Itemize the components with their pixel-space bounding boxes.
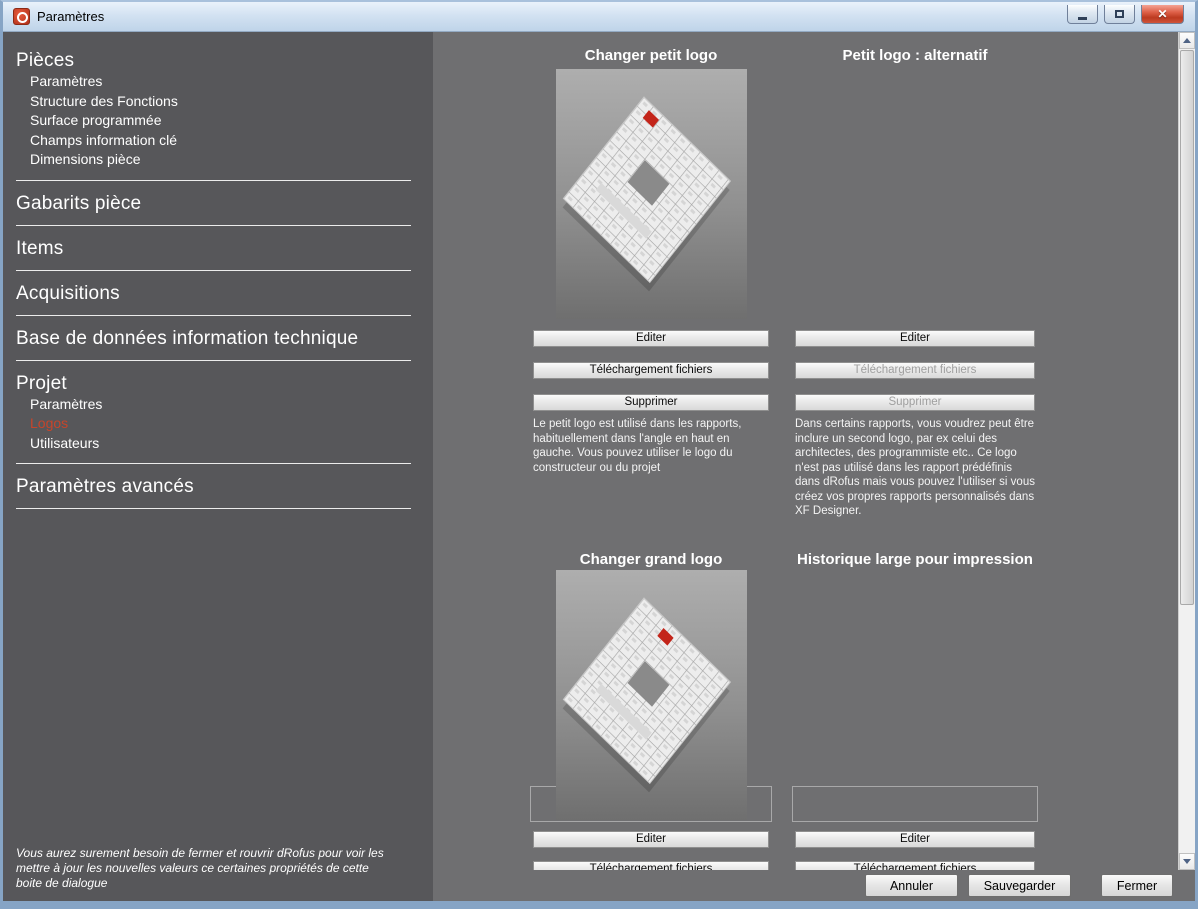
panel-petit-logo-alternatif-title: Petit logo : alternatif — [795, 46, 1035, 66]
alt-logo-edit-button[interactable]: Editer — [795, 330, 1035, 347]
building-3d-render-large-logo — [556, 570, 747, 820]
parametres-dialog: Paramètres ✕ Pièces Paramètres Structure… — [0, 0, 1198, 909]
panel-historique-large-title: Historique large pour impression — [795, 550, 1035, 570]
window-title: Paramètres — [37, 9, 104, 24]
sidebar-section-pieces: Pièces Paramètres Structure des Fonction… — [16, 46, 411, 181]
sidebar-section-items: Items — [16, 226, 411, 271]
historique-edit-button[interactable]: Editer — [795, 831, 1035, 848]
panel-petit-logo-alternatif: Petit logo : alternatif Editer Télécharg… — [795, 46, 1035, 519]
window-controls: ✕ — [1067, 5, 1189, 24]
sidebar-item-surface-programmee[interactable]: Surface programmée — [16, 111, 411, 131]
scrollbar-thumb[interactable] — [1180, 50, 1194, 605]
restart-hint-note: Vous aurez surement besoin de fermer et … — [16, 846, 398, 891]
scrollable-content: Changer petit logo — [433, 32, 1178, 870]
sidebar-header-base-donnees[interactable]: Base de données information technique — [16, 328, 411, 350]
sidebar-section-base-donnees: Base de données information technique — [16, 316, 411, 361]
maximize-button[interactable] — [1104, 5, 1135, 24]
minimize-button[interactable] — [1067, 5, 1098, 24]
sidebar-item-dimensions-piece[interactable]: Dimensions pièce — [16, 150, 411, 170]
building-3d-render-small-logo — [556, 69, 747, 319]
sidebar-header-parametres-avances[interactable]: Paramètres avancés — [16, 476, 411, 498]
sidebar-item-structure-des-fonctions[interactable]: Structure des Fonctions — [16, 92, 411, 112]
sidebar-item-champs-information-cle[interactable]: Champs information clé — [16, 131, 411, 151]
panel-historique-large: Historique large pour impression Editer … — [795, 550, 1035, 870]
sidebar-section-gabarits-piece: Gabarits pièce — [16, 181, 411, 226]
alt-logo-description: Dans certains rapports, vous voudrez peu… — [795, 417, 1035, 519]
sidebar-header-pieces[interactable]: Pièces — [16, 50, 411, 72]
petit-logo-description: Le petit logo est utilisé dans les rappo… — [533, 417, 769, 475]
logos-settings-page: Changer petit logo — [433, 32, 1195, 901]
grand-logo-upload-button[interactable]: Téléchargement fichiers — [533, 861, 769, 870]
historique-large-preview-empty — [795, 570, 1035, 820]
titlebar[interactable]: Paramètres ✕ — [3, 2, 1195, 32]
petit-logo-edit-button[interactable]: Editer — [533, 330, 769, 347]
alt-logo-upload-button: Téléchargement fichiers — [795, 362, 1035, 379]
sidebar-item-pieces-parametres[interactable]: Paramètres — [16, 72, 411, 92]
close-dialog-button[interactable]: Fermer — [1101, 874, 1173, 897]
sidebar-section-acquisitions: Acquisitions — [16, 271, 411, 316]
settings-nav-sidebar: Pièces Paramètres Structure des Fonction… — [3, 32, 433, 901]
drofus-app-icon — [13, 8, 30, 25]
sidebar-sections: Pièces Paramètres Structure des Fonction… — [3, 32, 433, 509]
close-button[interactable]: ✕ — [1141, 5, 1184, 24]
vertical-scrollbar[interactable] — [1178, 32, 1195, 870]
alt-logo-delete-button: Supprimer — [795, 394, 1035, 411]
historique-upload-button[interactable]: Téléchargement fichiers — [795, 861, 1035, 870]
sidebar-header-projet[interactable]: Projet — [16, 373, 411, 395]
panel-grand-logo: Changer grand logo — [533, 550, 769, 870]
cancel-button[interactable]: Annuler — [865, 874, 958, 897]
sidebar-item-logos[interactable]: Logos — [16, 414, 411, 434]
close-icon: ✕ — [1157, 5, 1167, 24]
petit-logo-preview — [533, 66, 769, 324]
scrollbar-down-button[interactable] — [1179, 853, 1195, 870]
panel-petit-logo-title: Changer petit logo — [533, 46, 769, 66]
dialog-footer: Annuler Sauvegarder Fermer — [433, 870, 1195, 901]
arrow-up-icon — [1183, 34, 1191, 43]
save-button[interactable]: Sauvegarder — [968, 874, 1071, 897]
petit-logo-alternatif-preview-empty — [795, 66, 1035, 324]
panel-grand-logo-title: Changer grand logo — [533, 550, 769, 570]
sidebar-header-items[interactable]: Items — [16, 238, 411, 260]
grand-logo-edit-button[interactable]: Editer — [533, 831, 769, 848]
maximize-icon — [1115, 10, 1124, 18]
minimize-icon — [1078, 17, 1087, 20]
sidebar-section-projet: Projet Paramètres Logos Utilisateurs — [16, 361, 411, 465]
arrow-down-icon — [1183, 859, 1191, 868]
grand-logo-preview — [533, 570, 769, 820]
petit-logo-upload-button[interactable]: Téléchargement fichiers — [533, 362, 769, 379]
sidebar-section-parametres-avances: Paramètres avancés — [16, 464, 411, 509]
sidebar-header-acquisitions[interactable]: Acquisitions — [16, 283, 411, 305]
sidebar-header-gabarits-piece[interactable]: Gabarits pièce — [16, 193, 411, 215]
image-placeholder-outline — [792, 786, 1038, 822]
sidebar-item-utilisateurs[interactable]: Utilisateurs — [16, 434, 411, 454]
logos-content: Changer petit logo — [433, 32, 1178, 870]
petit-logo-delete-button[interactable]: Supprimer — [533, 394, 769, 411]
panel-petit-logo: Changer petit logo — [533, 46, 769, 475]
scrollbar-up-button[interactable] — [1179, 32, 1195, 49]
sidebar-item-projet-parametres[interactable]: Paramètres — [16, 395, 411, 415]
